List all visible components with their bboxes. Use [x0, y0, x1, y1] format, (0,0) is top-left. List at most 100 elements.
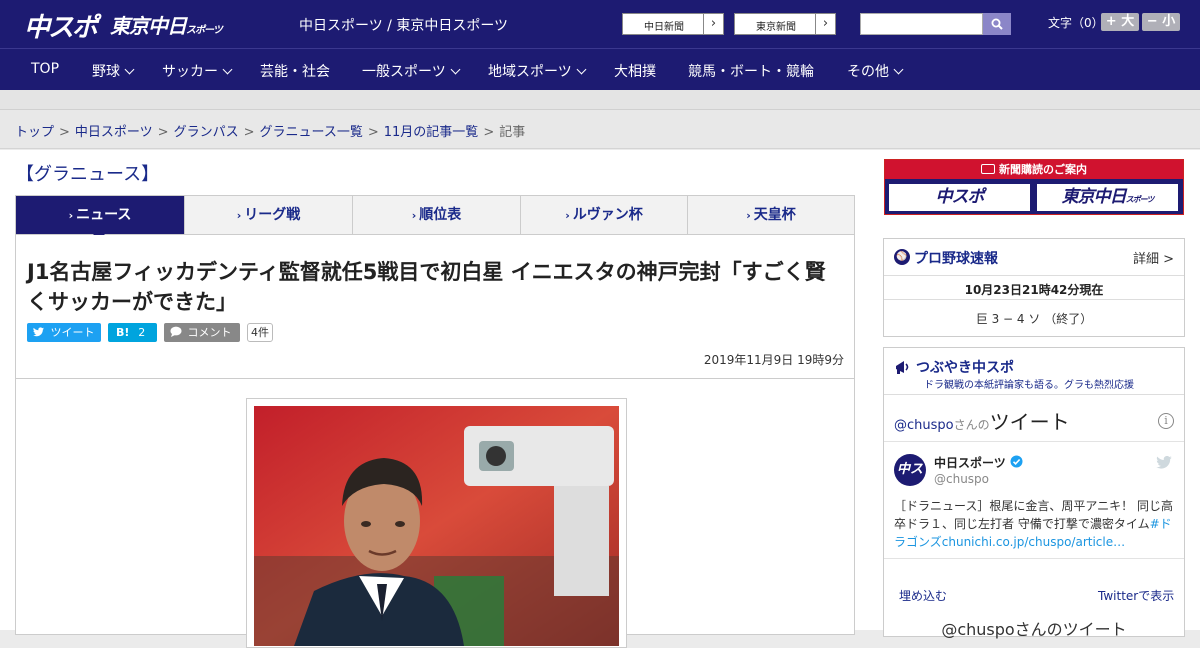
- search-button[interactable]: [983, 13, 1011, 35]
- tokyo-logo-text: 東京中日: [110, 14, 187, 38]
- chevron-right-icon: ›: [411, 209, 417, 222]
- tweets-footer[interactable]: @chuspoさんのツイート: [884, 616, 1184, 640]
- promo-tokyo-chunichi-logo[interactable]: 東京中日スポーツ: [1036, 183, 1179, 212]
- nav-item-top[interactable]: TOP: [31, 61, 59, 77]
- account-name[interactable]: 中日スポーツ: [934, 454, 1006, 471]
- article-photo-frame: [246, 398, 627, 648]
- section-tabs: › ニュース › リーグ戦 › 順位表 › ルヴァン杯 › 天皇杯: [15, 195, 855, 235]
- coach-photo-illustration: [254, 406, 619, 646]
- nav-label: その他: [847, 64, 889, 80]
- tab-emperors-cup[interactable]: › 天皇杯: [688, 196, 854, 234]
- tsubuyaki-title: つぶやき中スポ: [916, 360, 1014, 376]
- main-nav: TOP 野球 サッカー 芸能・社会 一般スポーツ 地域スポーツ 大相撲 競馬・ボ…: [0, 48, 1200, 90]
- article-date: 2019年11月9日 19時9分: [703, 353, 844, 367]
- breadcrumb-separator: >: [483, 125, 495, 140]
- chevron-right-icon: ›: [746, 209, 751, 222]
- view-on-twitter-link[interactable]: Twitterで表示: [1098, 587, 1174, 604]
- breadcrumb-november-list[interactable]: 11月の記事一覧: [384, 125, 479, 140]
- nav-label: 一般スポーツ: [362, 64, 446, 80]
- tab-levain-cup[interactable]: › ルヴァン杯: [521, 196, 688, 234]
- divider: [884, 394, 1184, 395]
- tsubuyaki-subtitle: ドラ観戦の本紙評論家も語る。グラも熱烈応援: [924, 380, 1134, 391]
- embed-link[interactable]: 埋め込む: [899, 587, 947, 604]
- sub-nav-bar: [0, 90, 1200, 110]
- breadcrumb-separator: >: [157, 125, 169, 140]
- tokyo-logo-small: スポーツ: [186, 25, 223, 36]
- tweets-header-san: さんの: [953, 418, 990, 432]
- font-size-label: 文字（0）: [1048, 16, 1104, 30]
- font-bigger-button[interactable]: + 大: [1101, 13, 1139, 31]
- site-title[interactable]: 中日スポーツ / 東京中日スポーツ: [299, 15, 508, 35]
- tweet-label: ツイート: [50, 326, 95, 339]
- breadcrumb-grampus[interactable]: グランパス: [174, 125, 239, 140]
- promo-chuspo-logo[interactable]: 中スポ: [888, 183, 1031, 212]
- breadcrumb-top[interactable]: トップ: [15, 125, 54, 140]
- tokyo-chunichi-logo[interactable]: 東京中日スポーツ: [110, 10, 223, 39]
- nav-item-general-sports[interactable]: 一般スポーツ: [362, 61, 461, 81]
- tokyo-shimbun-button[interactable]: 東京新聞 ›: [734, 13, 836, 35]
- comment-count-badge: 4件: [247, 323, 273, 342]
- main-content: 【グラニュース】 › ニュース › リーグ戦 › 順位表 › ルヴァン杯 › 天皇杯 J1…: [0, 150, 1200, 648]
- nav-item-sumo[interactable]: 大相撲: [614, 61, 656, 81]
- chevron-down-icon: [576, 64, 587, 75]
- tab-league[interactable]: › リーグ戦: [185, 196, 353, 234]
- twitter-bird-icon: [33, 327, 44, 337]
- nav-label: 競馬・ボート・競輪: [688, 64, 814, 80]
- divider: [16, 378, 854, 379]
- breadcrumb-chuspo[interactable]: 中日スポーツ: [75, 125, 153, 140]
- nav-item-other[interactable]: その他: [847, 61, 904, 81]
- chevron-down-icon: [124, 64, 135, 75]
- breadcrumb-bar: トップ > 中日スポーツ > グランパス > グラニュース一覧 >11月の記事一覧 > 記事: [0, 110, 1200, 149]
- nav-item-entertainment[interactable]: 芸能・社会: [260, 61, 330, 81]
- nav-item-baseball[interactable]: 野球: [92, 61, 135, 81]
- twitter-bird-icon[interactable]: [1156, 456, 1172, 469]
- tweet-button[interactable]: ツイート: [27, 323, 101, 342]
- chunichi-shimbun-button[interactable]: 中日新聞 ›: [622, 13, 724, 35]
- site-header: 中スポ 東京中日スポーツ 中日スポーツ / 東京中日スポーツ 中日新聞 › 東京…: [0, 0, 1200, 48]
- article-photo[interactable]: [254, 406, 619, 646]
- nav-label: サッカー: [162, 64, 218, 80]
- search-icon: [991, 18, 1003, 30]
- chevron-down-icon: [222, 64, 233, 75]
- breadcrumb-gura-news-list[interactable]: グラニュース一覧: [260, 125, 363, 140]
- nav-item-racing[interactable]: 競馬・ボート・競輪: [688, 61, 814, 81]
- hatena-bookmark-button[interactable]: B! 2: [108, 323, 157, 342]
- account-handle[interactable]: @chuspo: [934, 472, 989, 486]
- search-input[interactable]: [860, 13, 983, 35]
- tab-standings[interactable]: › 順位表: [353, 196, 521, 234]
- nav-label: 大相撲: [614, 64, 656, 80]
- tab-label: 天皇杯: [753, 207, 796, 223]
- comment-button[interactable]: コメント: [164, 323, 240, 342]
- chevron-right-icon: ›: [236, 209, 242, 222]
- breadcrumb-separator: >: [243, 125, 255, 140]
- nav-label: TOP: [31, 61, 60, 77]
- info-icon[interactable]: i: [1158, 413, 1174, 429]
- chevron-down-icon: [450, 64, 461, 75]
- nav-label: 地域スポーツ: [488, 64, 572, 80]
- chuspo-logo[interactable]: 中スポ: [24, 7, 98, 44]
- tab-news[interactable]: › ニュース: [16, 196, 185, 234]
- tab-label: 順位表: [419, 207, 462, 223]
- baseball-title: プロ野球速報: [914, 251, 998, 267]
- subscription-promo[interactable]: 新聞購読のご案内 中スポ 東京中日スポーツ: [884, 159, 1184, 215]
- tweets-header-handle[interactable]: @chuspo: [894, 418, 954, 433]
- section-title: 【グラニュース】: [16, 164, 160, 185]
- divider: [884, 275, 1184, 276]
- baseball-detail-link[interactable]: 詳細 >: [1133, 248, 1174, 267]
- chuspo-avatar[interactable]: 中ス: [894, 454, 926, 486]
- megaphone-icon: [896, 361, 909, 374]
- promo-tokyo-small: スポーツ: [1125, 195, 1155, 204]
- nav-item-local-sports[interactable]: 地域スポーツ: [488, 61, 587, 81]
- baseball-score[interactable]: 巨 3 − 4 ソ （終了）: [884, 310, 1184, 327]
- verified-badge-icon: [1010, 455, 1023, 468]
- tweet-link[interactable]: chunichi.co.jp/chuspo/article…: [942, 535, 1125, 549]
- breadcrumb-separator: >: [59, 125, 70, 140]
- nav-item-soccer[interactable]: サッカー: [162, 61, 233, 81]
- promo-title: 新聞購読のご案内: [999, 163, 1087, 176]
- font-smaller-button[interactable]: − 小: [1142, 13, 1180, 31]
- chevron-right-icon: ›: [815, 14, 835, 34]
- tab-label: ニュース: [76, 207, 132, 223]
- tweets-header: @chuspoさんのツイート: [894, 406, 1070, 435]
- chevron-down-icon: [893, 64, 904, 75]
- chevron-right-icon: ›: [68, 209, 74, 222]
